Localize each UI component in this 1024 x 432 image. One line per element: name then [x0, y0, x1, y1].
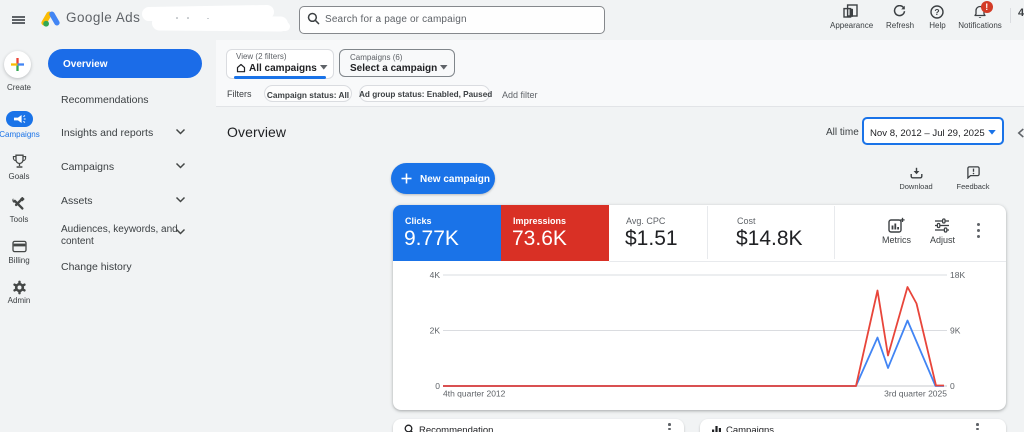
svg-text:3rd quarter 2025: 3rd quarter 2025 [884, 389, 947, 399]
svg-text:2K: 2K [430, 326, 441, 336]
svg-text:0: 0 [435, 381, 440, 391]
svg-text:9K: 9K [950, 326, 961, 336]
svg-text:4K: 4K [430, 270, 441, 280]
svg-text:18K: 18K [950, 270, 965, 280]
svg-text:4th quarter 2012: 4th quarter 2012 [443, 389, 506, 399]
svg-text:0: 0 [950, 381, 955, 391]
svg-text:?: ? [934, 7, 939, 17]
